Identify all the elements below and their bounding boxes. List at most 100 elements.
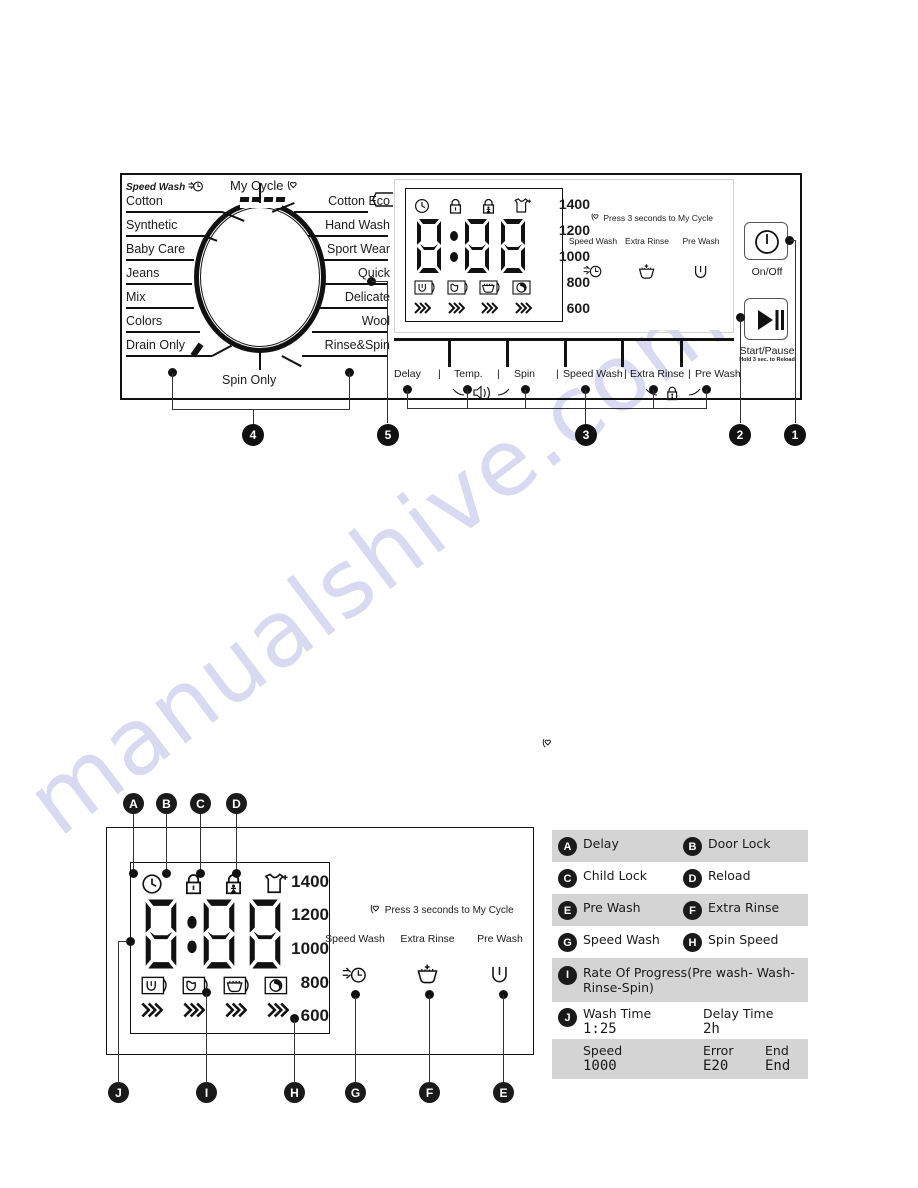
callout-marker-a: A [123, 793, 144, 814]
door-lock-icon [449, 198, 462, 214]
button-speed-wash[interactable]: Speed Wash [563, 368, 623, 380]
button-separator-1 [448, 341, 451, 367]
cycle-line-wool [312, 331, 388, 333]
detail-option-extra-rinse: Extra Rinse [393, 933, 463, 987]
my-cycle-hint: Press 3 seconds to My Cycle [591, 212, 713, 223]
my-cycle-heart-icon [287, 180, 297, 191]
cycle-line-rinse-spin [302, 355, 388, 357]
detail-option-columns: Speed Wash Extra Rinse Pre Wash [320, 933, 535, 987]
legend-item-e: E Pre Wash [558, 900, 683, 920]
speed-wash-icon [567, 260, 619, 282]
legend-key: B [683, 837, 702, 856]
speed-label: Speed [583, 1043, 623, 1058]
callout-line-g [355, 995, 357, 1082]
legend-delay-time: Delay Time 2h [703, 1006, 773, 1037]
seg-digit-3 [249, 899, 281, 969]
cycle-label-baby-care[interactable]: Baby Care [126, 243, 185, 256]
seg-digit-3 [501, 219, 525, 273]
delay-clock-icon [414, 198, 430, 214]
cycle-label-drain-only[interactable]: Drain Only [126, 339, 185, 352]
callout-marker-b: B [156, 793, 177, 814]
callout-marker-1: 1 [784, 424, 806, 446]
start-pause-button[interactable] [744, 298, 788, 340]
wash-time-label: Wash Time [583, 1006, 652, 1021]
callout-line-f [429, 995, 431, 1082]
legend-item-a: A Delay [558, 836, 683, 856]
display-option-speed-wash: Speed Wash [567, 236, 619, 282]
dial-dash-1 [239, 197, 250, 202]
cycle-label-hand-wash[interactable]: Hand Wash [325, 219, 390, 232]
cycle-label-rinse-spin[interactable]: Rinse&Spin [325, 339, 390, 352]
label-divider-1: | [438, 368, 441, 380]
progress-arrow-4 [515, 302, 532, 314]
option-label: Extra Rinse [400, 933, 455, 945]
callout-line-3b [467, 390, 469, 409]
volume-icon [452, 385, 510, 400]
legend-error: Error E20 [703, 1043, 765, 1074]
callout-line-i [206, 993, 208, 1082]
my-cycle-heart-icon [542, 738, 551, 748]
legend-label: Reload [708, 868, 751, 883]
callout-marker-f: F [419, 1082, 440, 1103]
pre-wash-icon [675, 260, 727, 282]
legend-item-h: H Spin Speed [683, 932, 808, 952]
legend-label: Spin Speed [708, 932, 779, 947]
delay-clock-icon [142, 874, 162, 894]
legend-key: J [558, 1008, 577, 1027]
callout-marker-g: G [345, 1082, 366, 1103]
button-pre-wash[interactable]: Pre Wash [695, 368, 741, 380]
lcd-status-icon-row [414, 195, 532, 217]
cycle-label-colors[interactable]: Colors [126, 315, 162, 328]
detail-time-display [139, 897, 289, 971]
progress-arrow-1 [414, 302, 431, 314]
callout-marker-4: 4 [242, 424, 264, 446]
callout-marker-i: I [196, 1082, 217, 1103]
legend-key: E [558, 901, 577, 920]
on-off-button[interactable] [744, 222, 788, 260]
speed-value: 1000 [583, 1058, 617, 1074]
callout-dot-d [232, 869, 241, 878]
callout-dot-c [196, 869, 205, 878]
display-option-pre-wash: Pre Wash [675, 236, 727, 282]
callout-marker-h: H [284, 1082, 305, 1103]
legend-label: Extra Rinse [708, 900, 780, 915]
legend-key: H [683, 933, 702, 952]
spin-speed-1400: 1400 [291, 871, 329, 891]
cycle-label-mix[interactable]: Mix [126, 291, 145, 304]
callout-line-1v [795, 240, 797, 423]
callout-dot-a [129, 869, 138, 878]
cycle-label-spin-only[interactable]: Spin Only [222, 373, 276, 387]
cycle-line-synthetic [126, 235, 204, 237]
callout-line-j [118, 941, 120, 1082]
cycle-label-sport-wear[interactable]: Sport Wear [327, 243, 390, 256]
button-temp[interactable]: Temp. [454, 368, 483, 380]
legend-row-progress: I Rate Of Progress(Pre wash- Wash-Rinse-… [552, 958, 808, 1002]
callout-line-jh [118, 941, 128, 943]
legend-item-i: I Rate Of Progress(Pre wash- Wash-Rinse-… [558, 965, 808, 996]
cycle-line-cotton [126, 211, 222, 213]
button-extra-rinse[interactable]: Extra Rinse [630, 368, 684, 380]
wash-icon [447, 279, 468, 295]
callout-line-4v [253, 409, 255, 425]
legend-row: A Delay B Door Lock [552, 830, 808, 862]
button-delay[interactable]: Delay [394, 368, 421, 380]
button-spin[interactable]: Spin [514, 368, 535, 380]
callout-line-2v [740, 318, 742, 423]
option-label: Extra Rinse [625, 236, 669, 246]
progress-arrow-2 [183, 1002, 205, 1018]
detail-lcd-screen: 1400 1200 1000 800 600 [130, 862, 330, 1034]
cycle-label-jeans[interactable]: Jeans [126, 267, 159, 280]
cycle-label-wool[interactable]: Wool [362, 315, 390, 328]
seg-colon [450, 231, 458, 262]
seg-digit-1 [145, 899, 177, 969]
cycle-label-cotton[interactable]: Cotton [126, 195, 163, 208]
cycle-line-drain-only [126, 355, 212, 357]
callout-line-d [236, 814, 238, 873]
callout-line-3a [407, 390, 409, 409]
cycle-label-delicate[interactable]: Delicate [345, 291, 390, 304]
cycle-line-baby-care [126, 259, 194, 261]
cycle-line-sport-wear [320, 259, 388, 261]
cycle-line-mix [126, 307, 194, 309]
cycle-label-synthetic[interactable]: Synthetic [126, 219, 177, 232]
option-label: Pre Wash [477, 933, 523, 945]
